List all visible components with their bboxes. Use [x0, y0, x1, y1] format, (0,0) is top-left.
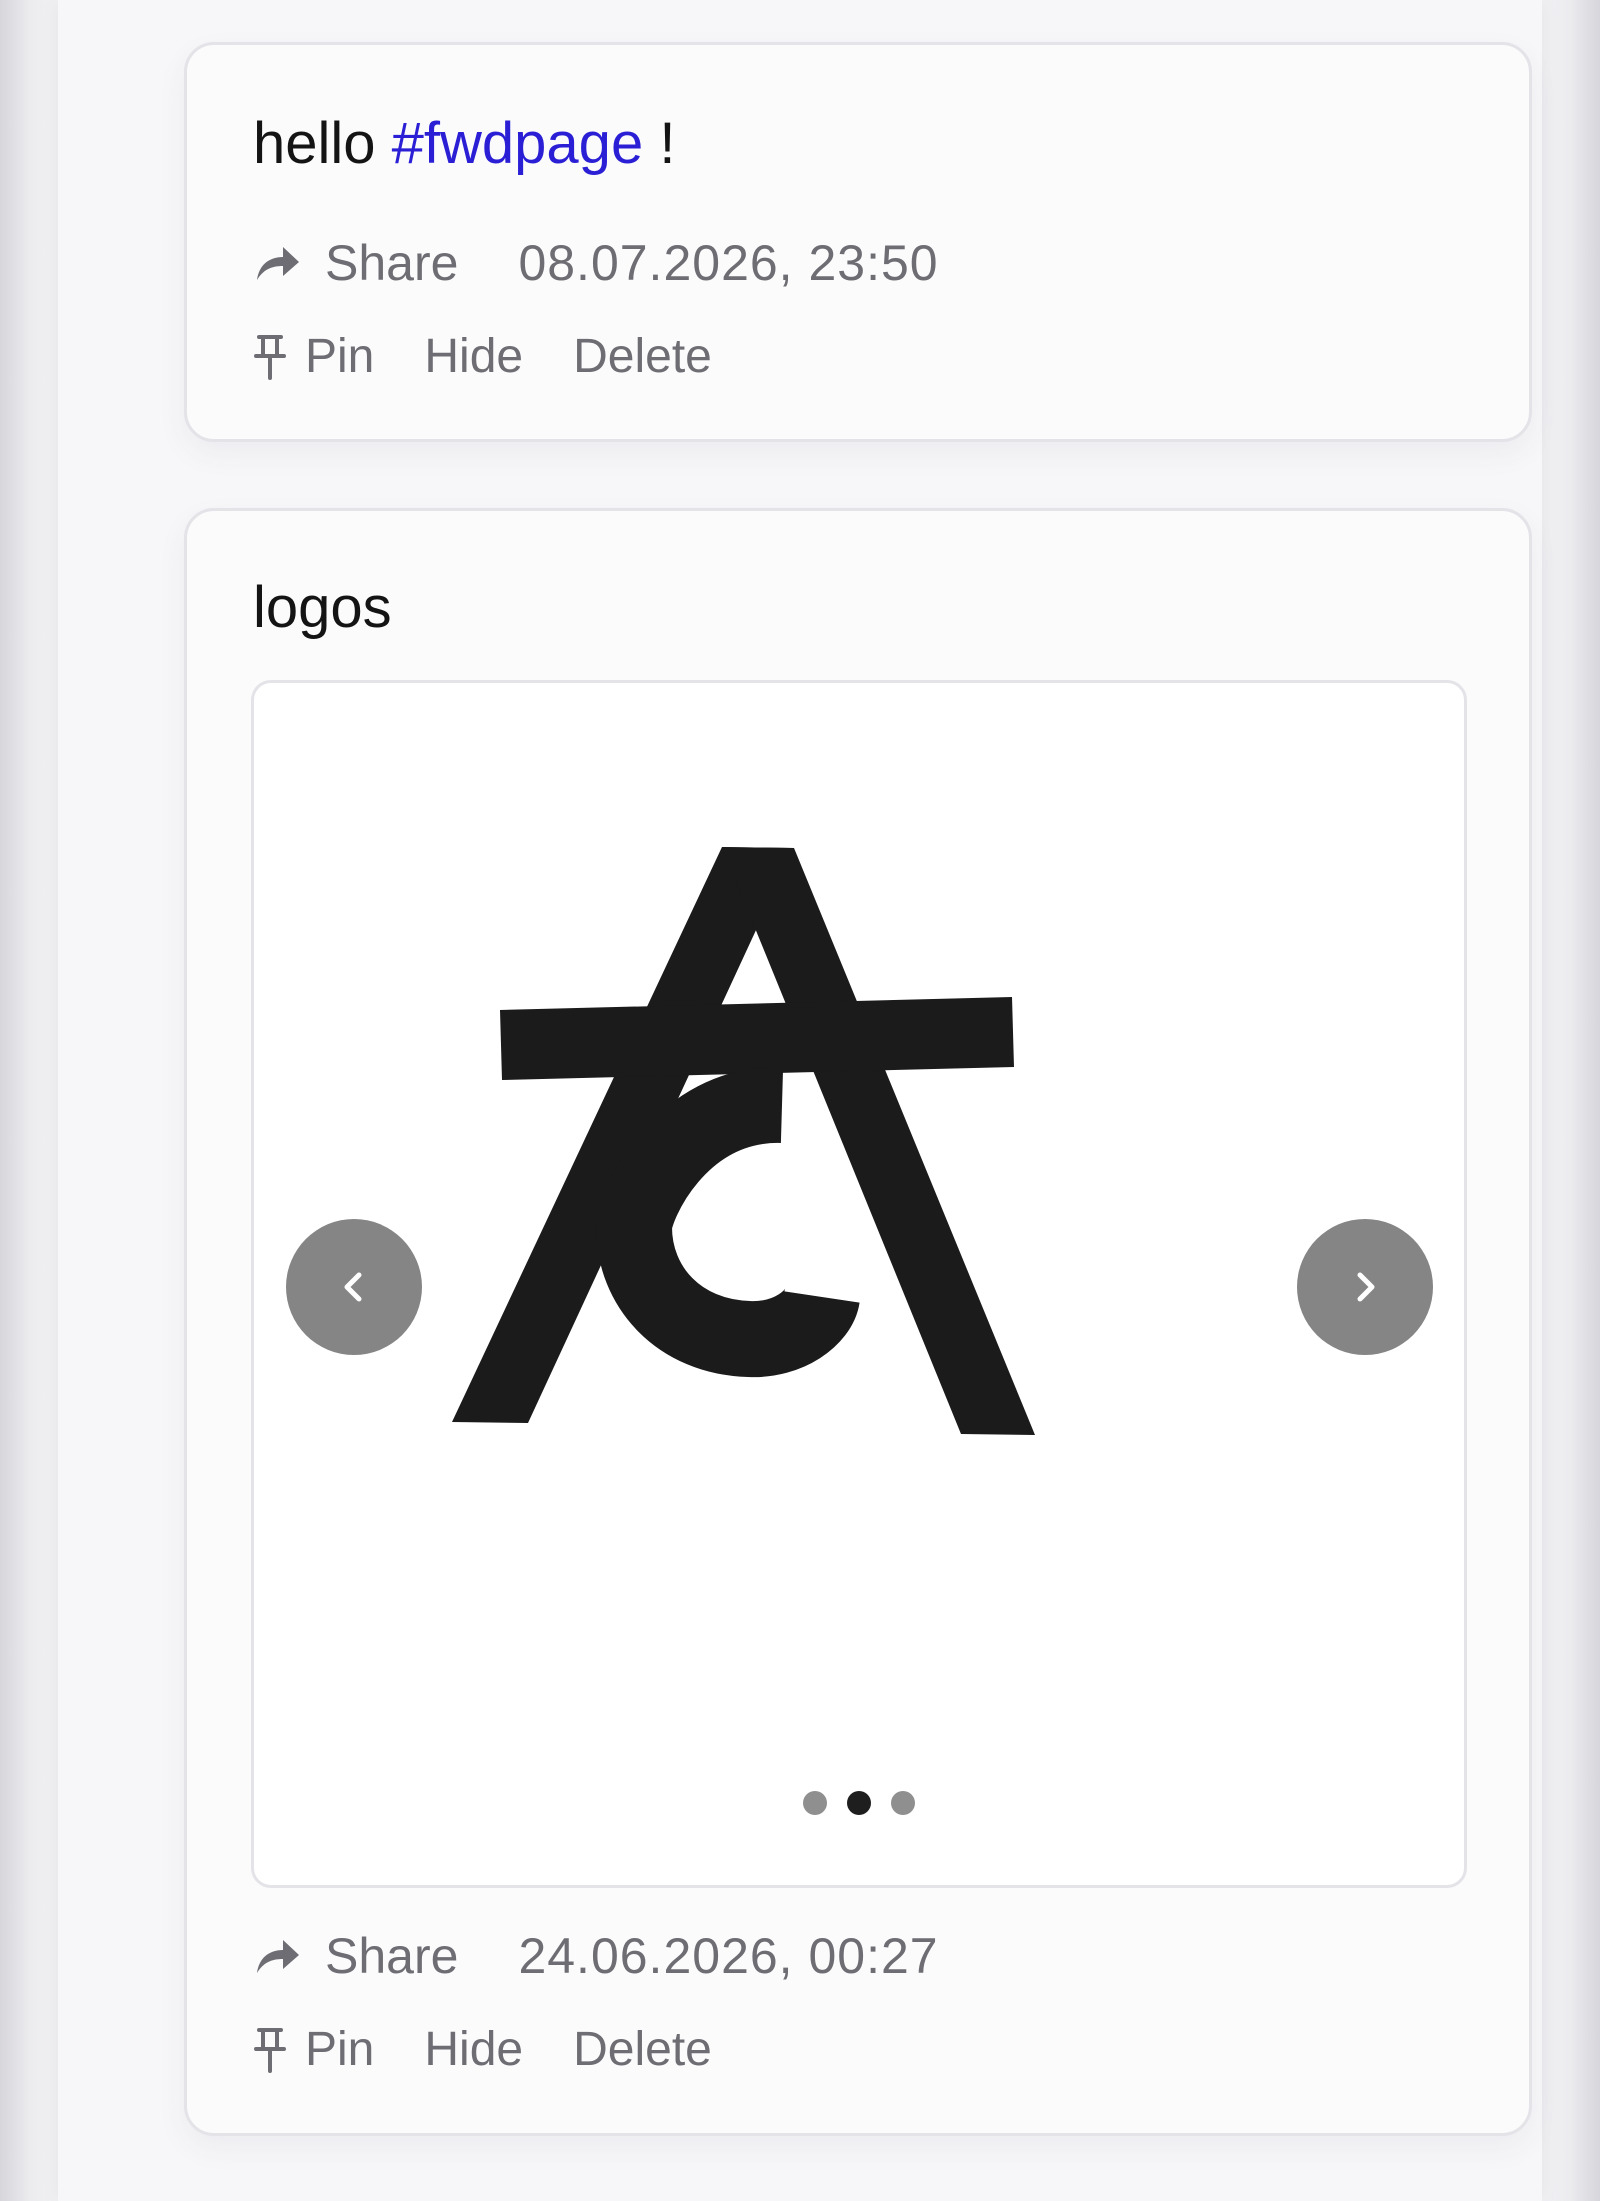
post-timestamp: 08.07.2026, 23:50: [518, 235, 939, 291]
pin-icon: [254, 335, 286, 380]
post-card: logos Share 24.06.2026, 00:27 Pin Hide D…: [184, 508, 1532, 2136]
hide-button[interactable]: Hide: [424, 333, 523, 381]
hide-button[interactable]: Hide: [424, 2026, 523, 2074]
carousel-next-button[interactable]: [1297, 1219, 1433, 1355]
post-text-prefix: hello: [253, 111, 392, 176]
chevron-right-icon: [1357, 1272, 1375, 1302]
post-text-suffix: !: [643, 111, 676, 176]
post-timestamp: 24.06.2026, 00:27: [518, 1928, 939, 1984]
share-arrow-icon: [257, 247, 299, 280]
delete-button[interactable]: Delete: [573, 333, 712, 381]
hashtag-link[interactable]: #fwdpage: [392, 111, 644, 176]
carousel-dot-active[interactable]: [847, 1791, 871, 1815]
pin-button[interactable]: Pin: [253, 2026, 374, 2074]
post-meta: Share 24.06.2026, 00:27: [253, 1931, 939, 1981]
carousel-dot[interactable]: [891, 1791, 915, 1815]
post-text: hello #fwdpage !: [253, 115, 675, 173]
logo-image: [452, 847, 1035, 1435]
delete-button[interactable]: Delete: [573, 2026, 712, 2074]
image-carousel[interactable]: [251, 680, 1467, 1888]
post-card: hello #fwdpage ! Share 08.07.2026, 23:50…: [184, 42, 1532, 442]
share-label: Share: [325, 1928, 459, 1984]
pin-label: Pin: [305, 2023, 375, 2076]
pin-icon: [254, 2028, 286, 2073]
post-title: logos: [253, 575, 392, 640]
carousel-dot[interactable]: [803, 1791, 827, 1815]
post-meta: Share 08.07.2026, 23:50: [253, 238, 939, 288]
share-label: Share: [325, 235, 459, 291]
pin-button[interactable]: Pin: [253, 333, 374, 381]
carousel-prev-button[interactable]: [286, 1219, 422, 1355]
post-actions: Pin Hide Delete: [253, 2026, 712, 2074]
share-arrow-icon: [257, 1940, 299, 1973]
pin-label: Pin: [305, 330, 375, 383]
feed-column: hello #fwdpage ! Share 08.07.2026, 23:50…: [58, 0, 1542, 2201]
chevron-left-icon: [344, 1272, 362, 1302]
carousel-dots: [254, 1791, 1464, 1815]
share-button[interactable]: Share: [253, 1931, 458, 1981]
share-button[interactable]: Share: [253, 238, 458, 288]
post-actions: Pin Hide Delete: [253, 333, 712, 381]
